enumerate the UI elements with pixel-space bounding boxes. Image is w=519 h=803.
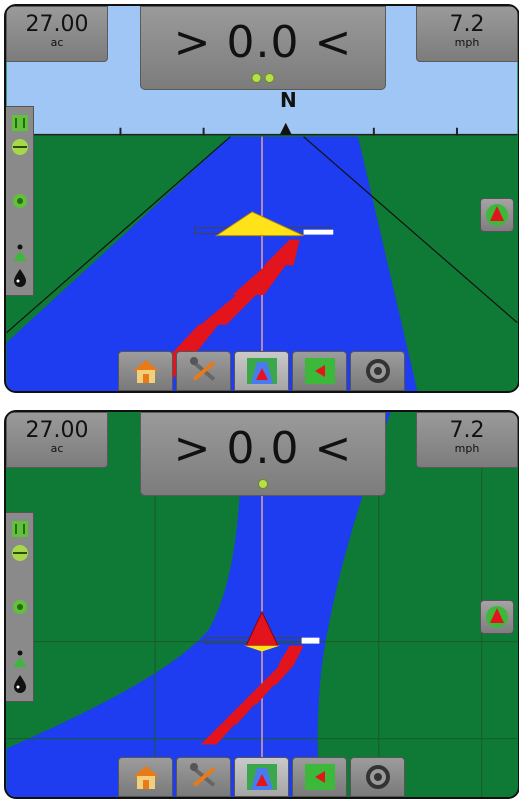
cross-track-value: > 0.0 < <box>173 423 353 474</box>
area-panel[interactable]: 27.00 ac <box>6 6 108 62</box>
home-button[interactable] <box>118 351 173 391</box>
guidance-view-button[interactable] <box>234 757 289 797</box>
area-value: 27.00 <box>25 418 89 443</box>
guidance-view-icon <box>246 358 277 384</box>
tools-button[interactable] <box>176 757 231 797</box>
drop-icon[interactable] <box>10 673 30 693</box>
tractor-icon[interactable] <box>10 191 30 211</box>
guidance-icon[interactable] <box>10 649 30 669</box>
guidance-leds <box>258 479 268 489</box>
speed-panel[interactable]: 7.2 mph <box>416 6 518 62</box>
speed-value: 7.2 <box>449 418 485 443</box>
status-sidebar <box>6 512 34 702</box>
gauge-icon <box>365 359 390 383</box>
boom-width-icon[interactable] <box>10 519 30 539</box>
home-icon <box>132 360 159 383</box>
bar-icon[interactable] <box>10 543 30 563</box>
led-indicator <box>258 479 268 489</box>
drop-icon[interactable] <box>10 267 30 287</box>
cross-track-panel[interactable]: > 0.0 < <box>140 6 386 90</box>
tractor-icon[interactable] <box>10 597 30 617</box>
guidance-view-button[interactable] <box>234 351 289 391</box>
nudge-button[interactable] <box>480 198 514 232</box>
map-button[interactable] <box>292 351 347 391</box>
area-unit: ac <box>50 36 64 49</box>
bar-icon[interactable] <box>10 137 30 157</box>
led-indicator <box>251 73 262 83</box>
bottom-nav <box>118 347 412 391</box>
boom-section <box>301 637 320 644</box>
map-icon <box>304 358 335 384</box>
guidance-screen-overhead-view: 27.00 ac > 0.0 < 7.2 mph <box>4 410 519 799</box>
boom-section <box>303 229 334 235</box>
guidance-screen-vehicle-view: N 27.00 ac > 0.0 < 7.2 mph <box>4 4 519 393</box>
status-sidebar <box>6 106 34 296</box>
cross-track-value: > 0.0 < <box>173 17 353 68</box>
tools-icon <box>189 357 215 381</box>
nudge-arrow-icon <box>486 204 508 226</box>
led-indicator <box>264 73 275 83</box>
guidance-view-icon <box>246 764 277 790</box>
nudge-arrow-icon <box>486 606 508 628</box>
home-button[interactable] <box>118 757 173 797</box>
boom-width-icon[interactable] <box>10 113 30 133</box>
map-button[interactable] <box>292 757 347 797</box>
cross-track-panel[interactable]: > 0.0 < <box>140 412 386 496</box>
home-icon <box>132 766 159 789</box>
gauge-button[interactable] <box>350 757 405 797</box>
nudge-button[interactable] <box>480 600 514 634</box>
map-icon <box>304 764 335 790</box>
tools-icon <box>189 763 215 787</box>
guidance-icon[interactable] <box>10 243 30 263</box>
tools-button[interactable] <box>176 351 231 391</box>
area-panel[interactable]: 27.00 ac <box>6 412 108 468</box>
gauge-icon <box>365 765 390 789</box>
speed-value: 7.2 <box>449 12 485 37</box>
guidance-leds <box>251 73 275 83</box>
bottom-nav <box>118 753 412 797</box>
area-unit: ac <box>50 442 64 455</box>
gauge-button[interactable] <box>350 351 405 391</box>
compass-north: N <box>280 88 297 112</box>
area-value: 27.00 <box>25 12 89 37</box>
speed-unit: mph <box>454 442 480 455</box>
speed-panel[interactable]: 7.2 mph <box>416 412 518 468</box>
speed-unit: mph <box>454 36 480 49</box>
